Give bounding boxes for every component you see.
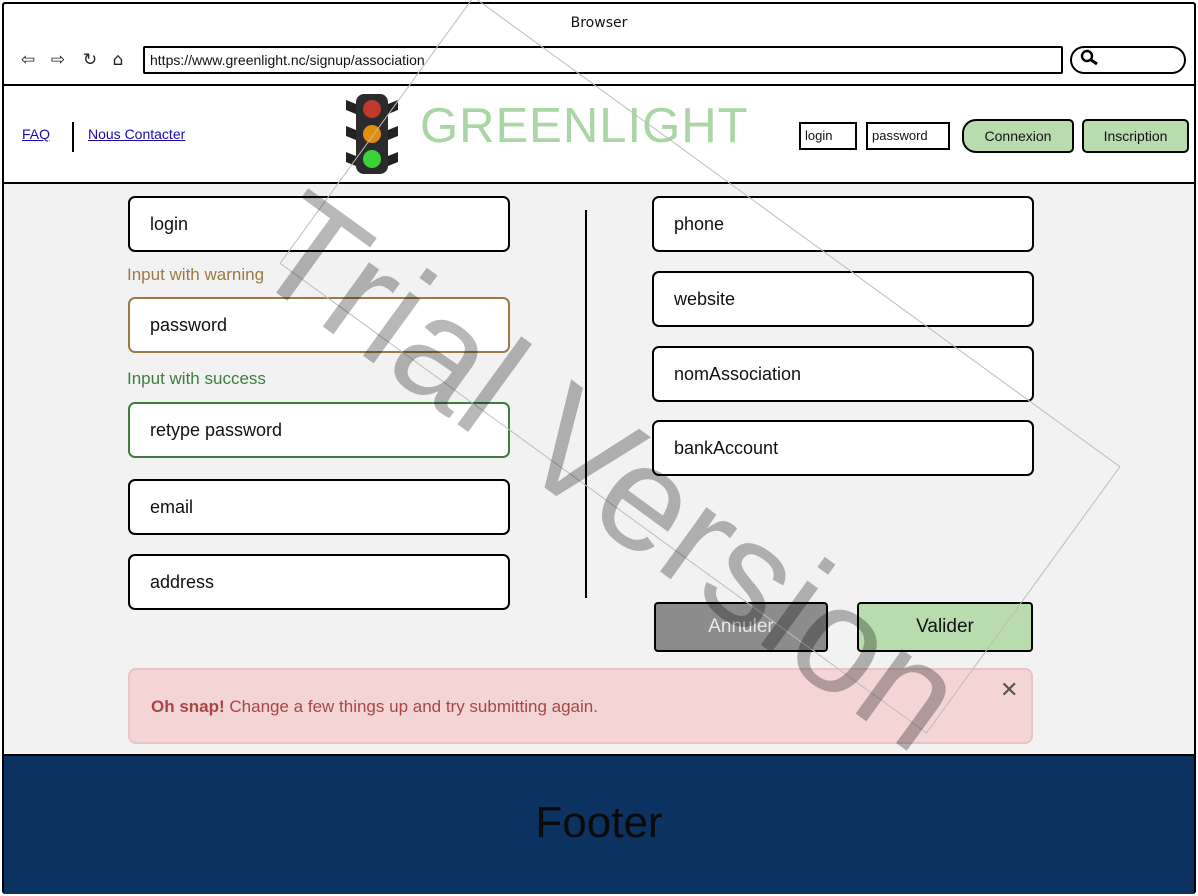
website-input[interactable]: website [652,271,1034,327]
email-input[interactable]: email [128,479,510,535]
home-icon[interactable]: ⌂ [108,49,128,71]
footer-label: Footer [535,798,663,847]
back-arrow-icon[interactable]: ⇦ [18,49,38,71]
toolbar-divider [4,84,1194,86]
success-help-text: Input with success [127,369,266,388]
inscription-button[interactable]: Inscription [1082,119,1189,153]
forward-arrow-icon[interactable]: ⇨ [48,49,68,71]
brand-title: GREENLIGHT [420,99,749,153]
reload-icon[interactable]: ↻ [80,49,100,71]
cancel-button[interactable]: Annuler [654,602,828,652]
address-bar[interactable]: https://www.greenlight.nc/signup/associa… [143,46,1063,74]
traffic-light-logo-icon [344,92,400,176]
login-input[interactable]: login [128,196,510,252]
submit-button[interactable]: Valider [857,602,1033,652]
header-login-input[interactable]: login [799,122,857,150]
link-separator [72,122,74,152]
window-title: Browser [570,15,628,31]
retype-password-input[interactable]: retype password [128,402,510,458]
close-icon[interactable]: ✕ [1000,678,1018,703]
alert-message: Oh snap! Change a few things up and try … [151,697,598,717]
header-password-input[interactable]: password [866,122,950,150]
nom-association-input[interactable]: nomAssociation [652,346,1034,402]
bank-account-input[interactable]: bankAccount [652,420,1034,476]
phone-input[interactable]: phone [652,196,1034,252]
search-icon [1080,49,1100,71]
password-input[interactable]: password [128,297,510,353]
connexion-button[interactable]: Connexion [962,119,1074,153]
alert-body-text: Change a few things up and try submittin… [224,697,598,716]
contact-link[interactable]: Nous Contacter [88,126,185,142]
faq-link[interactable]: FAQ [22,126,50,142]
warning-help-text: Input with warning [127,265,265,284]
column-divider [585,210,587,598]
address-input[interactable]: address [128,554,510,610]
alert-strong-text: Oh snap! [151,697,225,716]
